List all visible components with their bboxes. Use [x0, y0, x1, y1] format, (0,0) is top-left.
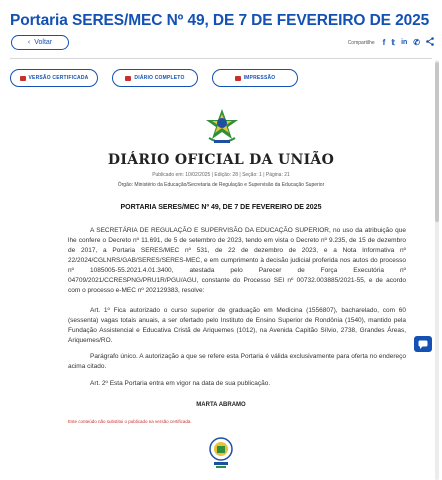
chevron-left-icon: ‹ — [27, 39, 31, 46]
share-bar: Compartilhe f 𝕥 in ✆ — [348, 37, 434, 49]
share-icon[interactable] — [426, 37, 434, 49]
imprensa-nacional-seal-icon — [208, 436, 234, 470]
share-label: Compartilhe — [347, 40, 375, 46]
header-divider — [10, 58, 432, 59]
preamble-paragraph: A SECRETÁRIA DE REGULAÇÃO E SUPERVISÃO D… — [68, 227, 406, 294]
facebook-icon[interactable]: f — [383, 38, 386, 48]
print-button[interactable]: IMPRESSÃO — [212, 69, 298, 87]
certified-version-button[interactable]: VERSÃO CERTIFICADA — [10, 69, 98, 87]
page-title: Portaria SERES/MEC Nº 49, DE 7 DE FEVERE… — [10, 12, 430, 29]
full-diary-label: DIÁRIO COMPLETO — [134, 75, 185, 81]
masthead: DIÁRIO OFICIAL DA UNIÃO — [107, 152, 335, 168]
back-button[interactable]: ‹ Voltar — [11, 35, 69, 50]
scrollbar-thumb[interactable] — [435, 62, 439, 222]
article-2-paragraph: Art. 2º Esta Portaria entra em vigor na … — [90, 380, 271, 387]
document-actions: VERSÃO CERTIFICADA DIÁRIO COMPLETO IMPRE… — [10, 69, 298, 87]
back-label: Voltar — [34, 39, 53, 46]
full-diary-button[interactable]: DIÁRIO COMPLETO — [112, 69, 198, 87]
whatsapp-icon[interactable]: ✆ — [413, 38, 420, 48]
sole-paragraph: Parágrafo único. A autorização a que se … — [68, 353, 406, 370]
printer-icon — [234, 75, 241, 81]
chat-icon — [418, 340, 428, 349]
twitter-icon[interactable]: 𝕥 — [391, 38, 395, 48]
pdf-icon — [125, 75, 132, 81]
print-label: IMPRESSÃO — [243, 75, 276, 81]
signer-name: MARTA ABRAMO — [196, 402, 246, 408]
organ-info: Órgão: Ministério da Educação/Secretaria… — [117, 182, 325, 188]
linkedin-icon[interactable]: in — [401, 38, 407, 48]
pdf-icon — [19, 75, 26, 81]
certification-note: Este conteúdo não substitui o publicado … — [68, 419, 192, 424]
certified-version-label: VERSÃO CERTIFICADA — [28, 75, 89, 81]
act-title: PORTARIA SERES/MEC Nº 49, DE 7 DE FEVERE… — [120, 204, 322, 211]
publication-info: Publicado em: 10/02/2025 | Edição: 28 | … — [152, 172, 290, 178]
article-1-paragraph: Art. 1º Fica autorizado o curso superior… — [68, 307, 406, 344]
floating-tool-button[interactable] — [414, 336, 432, 352]
brazil-coat-of-arms-icon — [205, 108, 239, 146]
